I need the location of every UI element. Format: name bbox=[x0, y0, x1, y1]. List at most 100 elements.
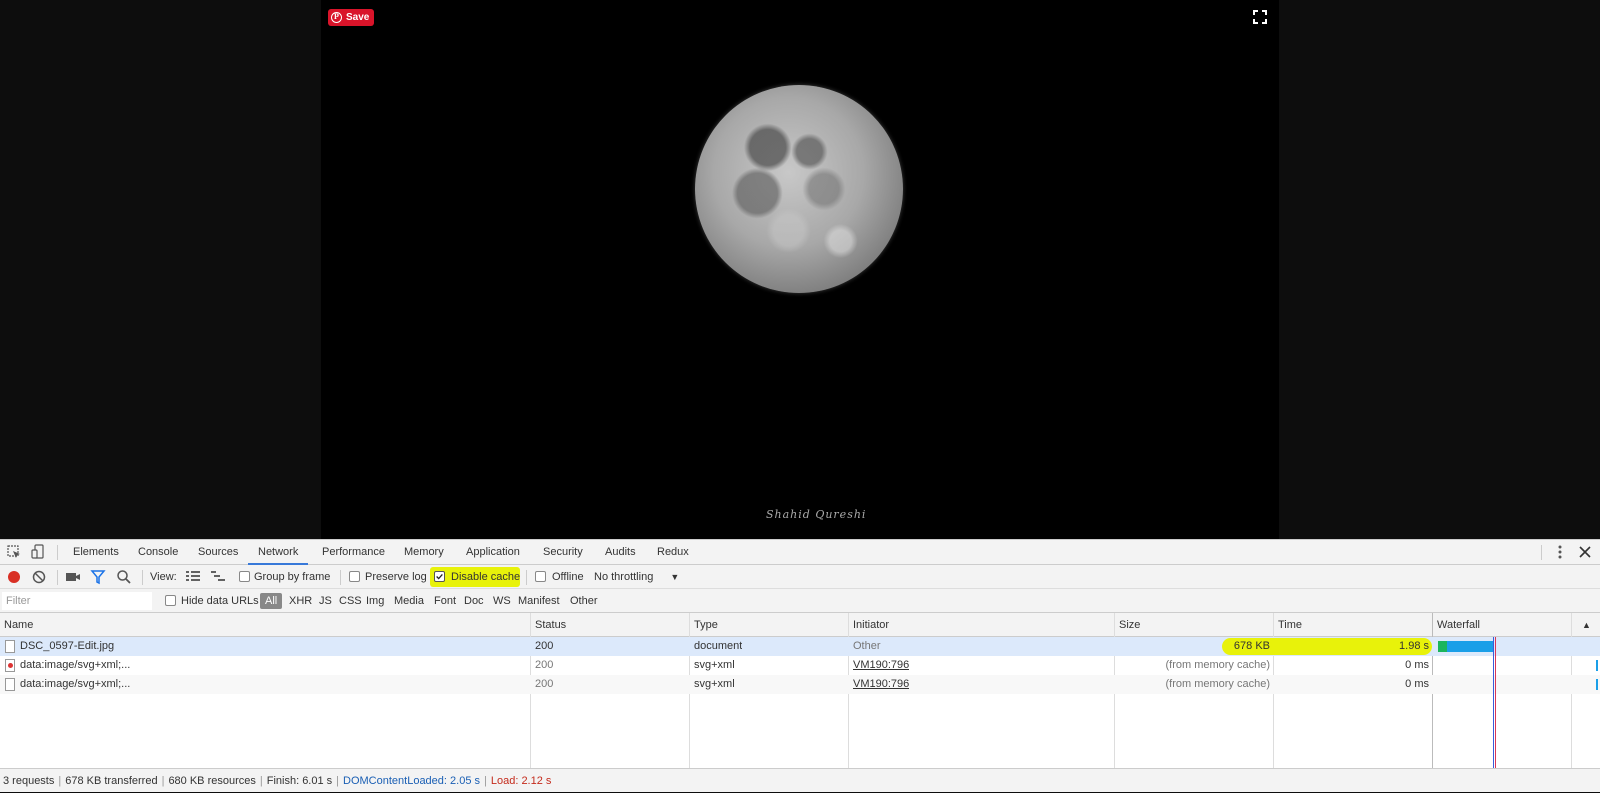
finish-time: Finish: 6.01 s bbox=[266, 775, 333, 787]
request-status: 200 bbox=[535, 640, 554, 652]
preserve-log-label: Preserve log bbox=[365, 571, 427, 583]
search-icon[interactable] bbox=[116, 569, 132, 585]
table-row[interactable]: data:image/svg+xml;... 200 svg+xml VM190… bbox=[0, 656, 1600, 675]
tab-application[interactable]: Application bbox=[466, 540, 520, 565]
tab-elements[interactable]: Elements bbox=[73, 540, 119, 565]
clear-icon[interactable] bbox=[31, 569, 47, 585]
column-time-header[interactable]: Time bbox=[1274, 613, 1302, 637]
disable-cache-checkbox[interactable] bbox=[434, 571, 445, 582]
status-separator: | bbox=[336, 775, 340, 787]
toolbar-divider bbox=[526, 570, 527, 585]
column-type-header[interactable]: Type bbox=[690, 613, 718, 637]
tab-audits[interactable]: Audits bbox=[605, 540, 636, 565]
table-row[interactable]: data:image/svg+xml;... 200 svg+xml VM190… bbox=[0, 675, 1600, 694]
filter-type-xhr[interactable]: XHR bbox=[289, 589, 312, 613]
screenshot-camera-icon[interactable] bbox=[65, 569, 81, 585]
device-toolbar-icon[interactable] bbox=[30, 544, 46, 560]
preserve-log-checkbox[interactable] bbox=[349, 571, 360, 582]
network-toolbar: View: Group by frame Preserve log Disabl… bbox=[0, 565, 1600, 589]
filter-type-manifest[interactable]: Manifest bbox=[518, 589, 560, 613]
request-initiator-link[interactable]: VM190:796 bbox=[853, 656, 909, 675]
moon-photo bbox=[695, 85, 903, 293]
status-separator: | bbox=[259, 775, 263, 787]
filter-funnel-icon[interactable] bbox=[90, 569, 106, 585]
column-name-header[interactable]: Name bbox=[0, 613, 33, 637]
offline-checkbox[interactable] bbox=[535, 571, 546, 582]
filter-type-media[interactable]: Media bbox=[394, 589, 424, 613]
overview-waterfall-icon[interactable] bbox=[210, 569, 226, 585]
request-type: svg+xml bbox=[694, 659, 735, 671]
waterfall-waiting-bar bbox=[1438, 641, 1447, 652]
load-time: Load: 2.12 s bbox=[490, 775, 552, 787]
devtools-panel: Elements Console Sources Network Perform… bbox=[0, 539, 1600, 792]
checkmark-icon bbox=[436, 574, 443, 580]
filter-type-doc[interactable]: Doc bbox=[464, 589, 484, 613]
filter-type-font[interactable]: Font bbox=[434, 589, 456, 613]
sort-ascending-icon[interactable]: ▲ bbox=[1582, 613, 1591, 637]
column-initiator-header[interactable]: Initiator bbox=[849, 613, 889, 637]
offline-label: Offline bbox=[552, 571, 584, 583]
dom-content-loaded-marker bbox=[1493, 637, 1494, 768]
request-count: 3 requests bbox=[3, 775, 55, 787]
filter-type-other[interactable]: Other bbox=[570, 589, 598, 613]
fullscreen-icon[interactable] bbox=[1253, 10, 1267, 24]
tab-security[interactable]: Security bbox=[543, 540, 583, 565]
tab-memory[interactable]: Memory bbox=[404, 540, 444, 565]
request-size: (from memory cache) bbox=[1165, 678, 1270, 690]
filter-type-css[interactable]: CSS bbox=[339, 589, 362, 613]
pinterest-icon: P bbox=[331, 12, 342, 23]
network-request-table: Name Status Type Initiator Size Time Wat… bbox=[0, 613, 1600, 768]
table-header: Name Status Type Initiator Size Time Wat… bbox=[0, 613, 1600, 637]
hide-data-urls-checkbox[interactable] bbox=[165, 595, 176, 606]
request-time: 0 ms bbox=[1405, 659, 1429, 671]
inspect-element-icon[interactable] bbox=[6, 544, 22, 560]
hide-data-urls-label: Hide data URLs bbox=[181, 595, 259, 607]
request-initiator-link[interactable]: VM190:796 bbox=[853, 675, 909, 694]
photographer-signature: Shahid Qureshi bbox=[766, 508, 867, 521]
request-name: data:image/svg+xml;... bbox=[20, 659, 131, 671]
column-status-header[interactable]: Status bbox=[531, 613, 566, 637]
devtools-tab-bar: Elements Console Sources Network Perform… bbox=[0, 540, 1600, 565]
record-icon[interactable] bbox=[6, 569, 22, 585]
table-row[interactable]: DSC_0597-Edit.jpg 200 document Other 678… bbox=[0, 637, 1600, 656]
filter-type-js[interactable]: JS bbox=[319, 589, 332, 613]
request-size: 678 KB bbox=[1233, 640, 1270, 652]
waterfall-download-bar bbox=[1447, 641, 1493, 652]
tab-console[interactable]: Console bbox=[138, 540, 178, 565]
view-label: View: bbox=[150, 571, 177, 583]
status-separator: | bbox=[161, 775, 165, 787]
tab-performance[interactable]: Performance bbox=[322, 540, 385, 565]
throttling-select[interactable]: No throttling ▼ bbox=[594, 565, 679, 589]
waterfall-download-bar bbox=[1596, 660, 1598, 671]
document-file-icon bbox=[5, 678, 15, 691]
group-by-frame-checkbox[interactable] bbox=[239, 571, 250, 582]
pinterest-save-button[interactable]: P Save bbox=[328, 9, 375, 26]
filter-type-all[interactable]: All bbox=[260, 593, 283, 609]
status-separator: | bbox=[58, 775, 62, 787]
tab-redux[interactable]: Redux bbox=[657, 540, 689, 565]
large-rows-icon[interactable] bbox=[185, 569, 201, 585]
tab-divider bbox=[57, 545, 58, 560]
page-viewport: P Save Shahid Qureshi bbox=[0, 0, 1600, 539]
group-by-frame-label: Group by frame bbox=[254, 571, 331, 583]
request-initiator: Other bbox=[853, 640, 881, 652]
tab-divider bbox=[1541, 545, 1542, 560]
filter-bar: Hide data URLs All XHR JS CSS Img Media … bbox=[0, 589, 1600, 613]
tab-network[interactable]: Network bbox=[248, 540, 309, 565]
request-type: document bbox=[694, 640, 743, 652]
tab-sources[interactable]: Sources bbox=[198, 540, 238, 565]
column-size-header[interactable]: Size bbox=[1115, 613, 1140, 637]
request-name: data:image/svg+xml;... bbox=[20, 678, 131, 690]
request-type: svg+xml bbox=[694, 678, 735, 690]
request-time: 0 ms bbox=[1405, 678, 1429, 690]
close-icon[interactable] bbox=[1577, 544, 1593, 560]
toolbar-divider bbox=[57, 570, 58, 585]
filter-type-ws[interactable]: WS bbox=[493, 589, 511, 613]
request-time: 1.98 s bbox=[1399, 640, 1429, 652]
filter-input[interactable] bbox=[2, 592, 152, 610]
svg-image-file-icon bbox=[5, 659, 15, 672]
transferred-size: 678 KB transferred bbox=[65, 775, 158, 787]
more-options-icon[interactable] bbox=[1552, 544, 1568, 560]
column-waterfall-header[interactable]: Waterfall bbox=[1433, 613, 1480, 637]
filter-type-img[interactable]: Img bbox=[366, 589, 384, 613]
